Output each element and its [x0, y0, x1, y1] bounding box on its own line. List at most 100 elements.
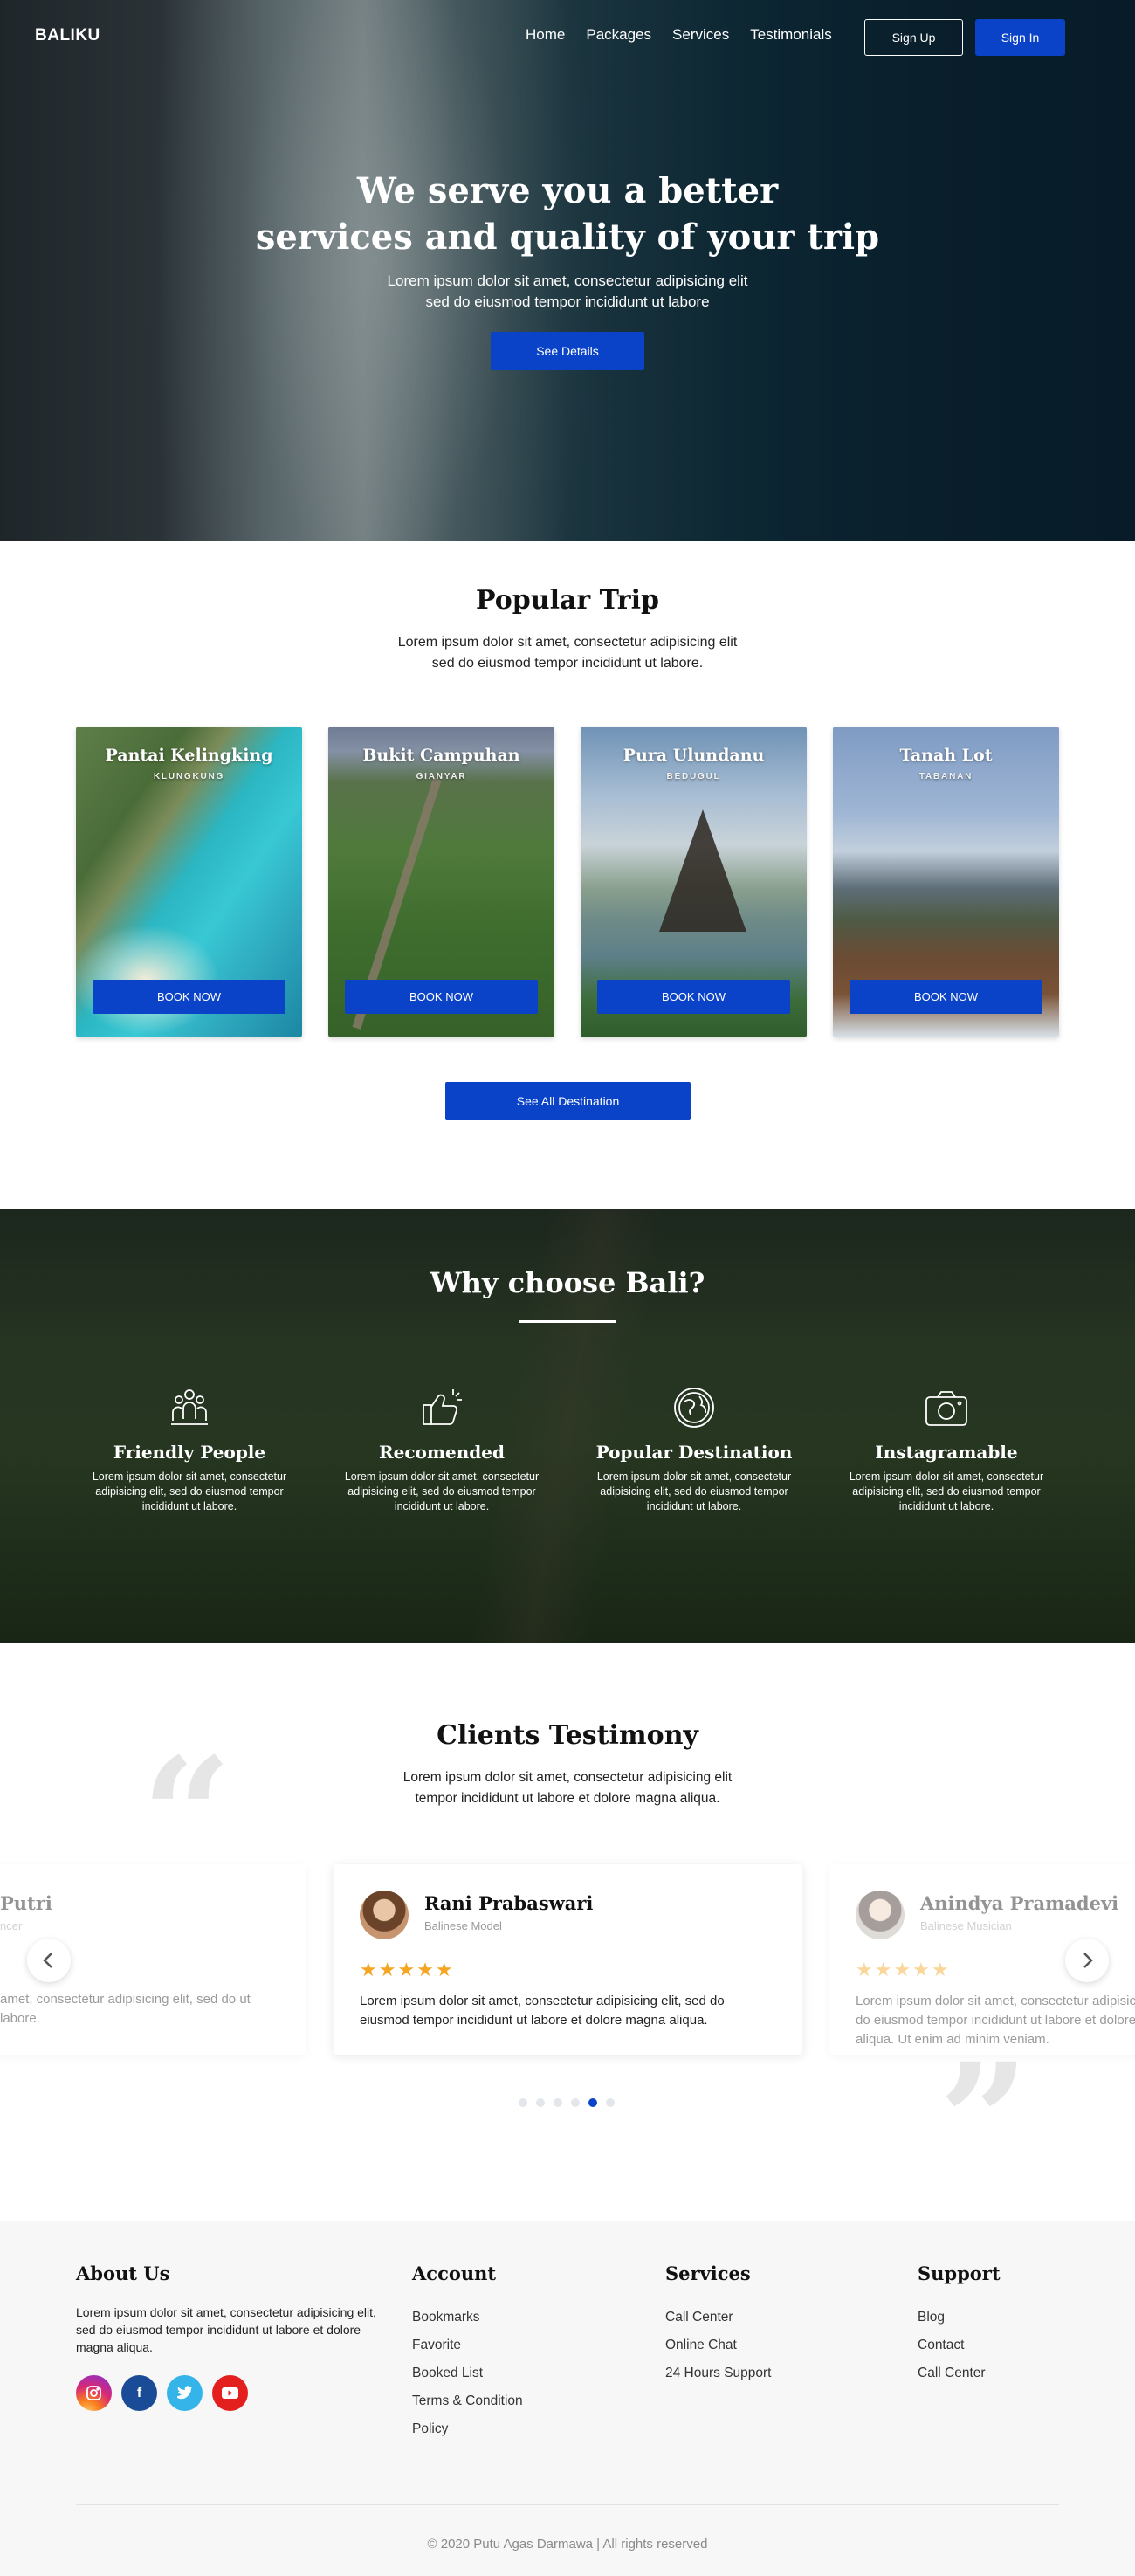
- footer-account-title: Account: [412, 2263, 497, 2284]
- feature-friendly-people: Friendly People Lorem ipsum dolor sit am…: [76, 1384, 303, 1514]
- chevron-left-icon: [43, 1953, 52, 1968]
- footer: About Us Lorem ipsum dolor sit amet, con…: [0, 2221, 1135, 2576]
- testimonial-card-active[interactable]: Rani Prabaswari Balinese Model ★★★★★ Lor…: [334, 1864, 802, 2055]
- see-all-destination-button[interactable]: See All Destination: [445, 1082, 691, 1120]
- footer-link[interactable]: Bookmarks: [412, 2304, 523, 2331]
- trip-card-location: GIANYAR: [416, 772, 467, 782]
- people-icon: [171, 1389, 208, 1425]
- footer-support-title: Support: [918, 2263, 1001, 2284]
- popular-trip-title: Popular Trip: [476, 585, 659, 616]
- hero-subtitle-line-1: Lorem ipsum dolor sit amet, consectetur …: [387, 272, 748, 289]
- quote-close-icon: ”: [939, 2029, 1029, 2214]
- hero-subtitle: Lorem ipsum dolor sit amet, consectetur …: [0, 271, 1135, 313]
- book-now-button[interactable]: BOOK NOW: [597, 980, 790, 1014]
- footer-link[interactable]: 24 Hours Support: [665, 2359, 772, 2387]
- top-nav: BALIKU Home Packages Services Testimonia…: [0, 19, 1135, 56]
- footer-link[interactable]: Contact: [918, 2331, 1001, 2359]
- carousel-dot-active[interactable]: [588, 2098, 597, 2107]
- footer-link[interactable]: Blog: [918, 2304, 1001, 2331]
- trip-card-location: TABANAN: [918, 772, 973, 782]
- feature-description: Lorem ipsum dolor sit amet, consectetur …: [344, 1471, 540, 1512]
- book-now-button[interactable]: BOOK NOW: [850, 980, 1042, 1014]
- book-now-button[interactable]: BOOK NOW: [345, 980, 538, 1014]
- footer-about-title: About Us: [76, 2263, 170, 2284]
- why-choose-title: Why choose Bali?: [430, 1266, 705, 1299]
- trip-card-pura-ulundanu[interactable]: Pura Ulundanu BEDUGUL BOOK NOW: [581, 727, 807, 1037]
- trip-card-name: Pura Ulundanu: [623, 746, 765, 765]
- carousel-next-button[interactable]: [1065, 1939, 1109, 1982]
- footer-services-title: Services: [665, 2263, 751, 2284]
- see-details-button[interactable]: See Details: [491, 332, 644, 370]
- footer-link[interactable]: Online Chat: [665, 2331, 772, 2359]
- youtube-icon[interactable]: [212, 2375, 248, 2411]
- carousel-dot[interactable]: [554, 2098, 562, 2107]
- testimonial-name: Anindya Pramadevi: [920, 1892, 1119, 1914]
- trip-card-name: Tanah Lot: [899, 746, 993, 765]
- feature-title: Friendly People: [113, 1442, 266, 1463]
- trip-card-name: Pantai Kelingking: [105, 746, 273, 765]
- footer-support: Support Blog Contact Call Center: [918, 2263, 1001, 2387]
- hero-content: We serve you a better services and quali…: [0, 168, 1135, 370]
- brand-logo[interactable]: BALIKU: [35, 26, 100, 45]
- twitter-icon[interactable]: [167, 2375, 203, 2411]
- trip-card-bukit-campuhan[interactable]: Bukit Campuhan GIANYAR BOOK NOW: [328, 727, 554, 1037]
- carousel-dot[interactable]: [536, 2098, 545, 2107]
- sign-in-button[interactable]: Sign In: [975, 19, 1065, 56]
- testimonial-name: Putri: [0, 1892, 52, 1914]
- instagram-icon[interactable]: [76, 2375, 112, 2411]
- footer-link[interactable]: Terms & Condition: [412, 2387, 523, 2415]
- thumbs-up-icon: [423, 1389, 462, 1425]
- trip-card-tanah-lot[interactable]: Tanah Lot TABANAN BOOK NOW: [833, 727, 1059, 1037]
- testimonial-role: Balinese Musician: [920, 1919, 1012, 1932]
- carousel-dot[interactable]: [571, 2098, 580, 2107]
- rating-stars: ★★★★★: [856, 1959, 951, 1980]
- footer-divider: [76, 2504, 1059, 2505]
- camera-icon: [925, 1391, 967, 1426]
- trip-card-pantai-kelingking[interactable]: Pantai Kelingking KLUNGKUNG BOOK NOW: [76, 727, 302, 1037]
- carousel-dots: [519, 2098, 615, 2107]
- nav-link-testimonials[interactable]: Testimonials: [750, 26, 832, 44]
- feature-popular-destination: Popular Destination Lorem ipsum dolor si…: [581, 1384, 808, 1514]
- carousel-dot[interactable]: [606, 2098, 615, 2107]
- popular-trip-subtitle: Lorem ipsum dolor sit amet, consectetur …: [0, 632, 1135, 674]
- trip-card-name: Bukit Campuhan: [362, 746, 520, 765]
- trip-card-location: KLUNGKUNG: [153, 772, 225, 782]
- feature-description: Lorem ipsum dolor sit amet, consectetur …: [596, 1471, 792, 1512]
- footer-account: Account Bookmarks Favorite Booked List T…: [412, 2263, 523, 2443]
- book-now-button[interactable]: BOOK NOW: [93, 980, 285, 1014]
- nav-link-services[interactable]: Services: [672, 26, 729, 44]
- footer-account-list: Bookmarks Favorite Booked List Terms & C…: [412, 2304, 523, 2443]
- temple-shape: [659, 809, 746, 932]
- sign-up-button[interactable]: Sign Up: [864, 19, 963, 56]
- footer-services-list: Call Center Online Chat 24 Hours Support: [665, 2304, 772, 2387]
- feature-title: Popular Destination: [595, 1442, 793, 1463]
- carousel-dot[interactable]: [519, 2098, 527, 2107]
- footer-link[interactable]: Call Center: [665, 2304, 772, 2331]
- facebook-icon[interactable]: f: [121, 2375, 157, 2411]
- feature-description: Lorem ipsum dolor sit amet, consectetur …: [92, 1471, 287, 1512]
- hero-title-line-2: services and quality of your trip: [255, 217, 880, 258]
- social-links: f: [76, 2375, 377, 2411]
- feature-description: Lorem ipsum dolor sit amet, consectetur …: [849, 1471, 1044, 1512]
- footer-link[interactable]: Call Center: [918, 2359, 1001, 2387]
- testimonial-text: amet, consectetur adipisicing elit, sed …: [0, 1992, 251, 2026]
- testimonial-text: Lorem ipsum dolor sit amet, consectetur …: [360, 1994, 725, 2028]
- carousel-prev-button[interactable]: [27, 1939, 71, 1982]
- footer-about: About Us Lorem ipsum dolor sit amet, con…: [76, 2263, 377, 2411]
- chevron-right-icon: [1083, 1953, 1093, 1968]
- popular-trip-subtitle-line-2: sed do eiusmod tempor incididunt ut labo…: [431, 656, 704, 671]
- copyright: © 2020 Putu Agas Darmawa | All rights re…: [427, 2537, 708, 2552]
- footer-about-text: Lorem ipsum dolor sit amet, consectetur …: [76, 2305, 376, 2354]
- footer-services: Services Call Center Online Chat 24 Hour…: [665, 2263, 772, 2387]
- footer-link[interactable]: Booked List: [412, 2359, 523, 2387]
- footer-link[interactable]: Policy: [412, 2415, 523, 2443]
- testimonial-name: Rani Prabaswari: [424, 1892, 594, 1914]
- testimonial-role: ncer: [0, 1919, 23, 1932]
- rating-stars: ★★★★★: [360, 1959, 455, 1980]
- footer-link[interactable]: Favorite: [412, 2331, 523, 2359]
- nav-link-packages[interactable]: Packages: [586, 26, 651, 44]
- testimonial-text: Lorem ipsum dolor sit amet, consectetur …: [856, 1994, 1135, 2047]
- feature-title: Recomended: [379, 1442, 505, 1463]
- nav-link-home[interactable]: Home: [526, 26, 565, 44]
- globe-icon: [674, 1388, 714, 1428]
